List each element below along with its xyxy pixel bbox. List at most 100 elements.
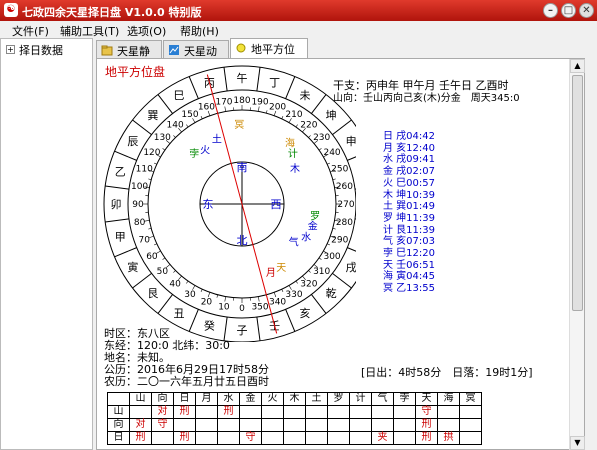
scroll-up-icon[interactable]: ▲ (570, 59, 585, 73)
table-cell (217, 431, 240, 445)
table-cell (371, 405, 394, 419)
degree-label: 180 (233, 96, 250, 106)
mountain-divider (311, 94, 327, 114)
table-cell: 刑 (415, 418, 438, 432)
mountain-label: 辰 (127, 135, 138, 148)
table-cell: 拱 (437, 431, 460, 445)
table-row: 山对刑刑守 (107, 405, 482, 419)
degree-label: 240 (323, 148, 340, 158)
aspect-table: 山向日月水金火木土罗计气孛天海冥山对刑刑守向对守刑日刑刑守夹刑拱 (107, 392, 482, 445)
planet-row: 冥 乙13:55 (383, 283, 435, 295)
degree-tick (318, 257, 322, 260)
degree-label: 340 (269, 298, 286, 308)
mountain-divider (157, 294, 173, 314)
lunar-date-text: 农历：二〇一六年五月廿五日酉时 (104, 375, 269, 388)
close-button[interactable]: ✕ (579, 3, 594, 18)
mountain-divider (132, 119, 152, 135)
mountain-divider (285, 76, 296, 99)
table-cell (305, 405, 328, 419)
mountain-divider (332, 119, 352, 135)
mountain-label: 乾 (326, 287, 337, 300)
table-cell: 火 (261, 392, 284, 406)
mountain-divider (114, 247, 137, 258)
mountain-label: 癸 (204, 319, 215, 333)
mountain-label: 巽 (147, 109, 158, 122)
degree-label: 220 (300, 120, 317, 130)
degree-label: 10 (218, 302, 230, 312)
degree-tick (207, 292, 211, 298)
table-cell (195, 431, 218, 445)
sidebar-item-date-data[interactable]: 择日数据 (19, 42, 63, 58)
table-cell: 日 (173, 392, 196, 406)
table-cell (107, 392, 130, 406)
tab-dynamic-chart[interactable]: 天星动盘 (163, 40, 229, 74)
mountain-divider (105, 218, 130, 223)
degree-label: 90 (132, 200, 144, 210)
degree-label: 330 (285, 290, 302, 300)
degree-tick (281, 115, 284, 119)
table-cell: 守 (415, 405, 438, 419)
degree-label: 170 (215, 98, 232, 108)
table-cell (459, 418, 482, 432)
degree-label: 60 (146, 252, 158, 262)
mountain-label: 申 (346, 135, 356, 148)
maximize-button[interactable]: □ (561, 3, 576, 18)
table-cell (305, 431, 328, 445)
menu-options[interactable]: 选项(O) (127, 23, 166, 39)
degree-tick (295, 124, 298, 128)
degree-tick (327, 243, 331, 246)
degree-label: 200 (269, 102, 286, 112)
mountain-label: 午 (237, 72, 248, 85)
tab-horizon-chart[interactable]: 地平方位盘 (230, 38, 308, 72)
scroll-down-icon[interactable]: ▼ (570, 436, 585, 450)
menu-help[interactable]: 帮助(H) (180, 23, 219, 39)
minimize-button[interactable]: – (543, 3, 558, 18)
degree-tick (148, 178, 152, 180)
planet-marker: 火 (200, 144, 210, 156)
mountain-label: 子 (237, 324, 248, 337)
table-cell (437, 418, 460, 432)
mountain-divider (347, 156, 356, 161)
planet-marker: 木 (290, 163, 300, 175)
mountain-label: 巳 (174, 89, 185, 102)
mountain-divider (256, 67, 261, 92)
planet-marker: 冥 (234, 119, 244, 131)
degree-tick (318, 148, 322, 151)
tree-expand-icon[interactable]: + (6, 45, 15, 54)
circle-icon (236, 43, 246, 53)
degree-tick (281, 289, 284, 293)
table-cell (195, 405, 218, 419)
menu-file[interactable]: 文件(F) (12, 23, 49, 39)
mountain-label: 艮 (147, 287, 158, 300)
planet-marker: 土 (212, 133, 222, 146)
menu-tools[interactable]: 辅助工具(T) (60, 23, 119, 39)
degree-tick (173, 135, 176, 138)
degree-label: 40 (169, 280, 181, 290)
degree-label: 110 (136, 164, 153, 174)
table-cell: 对 (129, 418, 152, 432)
mountain-divider (285, 309, 296, 332)
table-header-row: 山向日月水金火木土罗计气孛天海冥 (107, 392, 482, 406)
degree-tick (308, 135, 311, 138)
table-cell (217, 418, 240, 432)
mountain-label: 丑 (174, 307, 185, 320)
table-cell (151, 431, 174, 445)
degree-label: 280 (336, 218, 353, 228)
mountain-divider (188, 309, 199, 332)
planet-marker: 月 (266, 267, 276, 279)
table-cell (239, 405, 262, 419)
mountain-label: 甲 (115, 231, 126, 244)
tab-static-chart[interactable]: 天星静盘 (96, 40, 162, 74)
table-cell: 守 (239, 431, 262, 445)
degree-tick (332, 178, 336, 180)
shanxiang-text: 山向：壬山丙向己亥(木)分金 周天345:0 (333, 93, 520, 104)
degree-tick (295, 280, 298, 284)
vertical-scrollbar[interactable]: ▲ ▼ (569, 59, 585, 450)
planet-marker: 水 (301, 232, 311, 244)
scroll-thumb[interactable] (572, 75, 583, 311)
planet-marker: 气 (289, 236, 299, 249)
table-cell: 刑 (217, 405, 240, 419)
table-cell: 土 (305, 392, 328, 406)
mountain-divider (256, 316, 261, 341)
chart-icon (169, 45, 179, 55)
